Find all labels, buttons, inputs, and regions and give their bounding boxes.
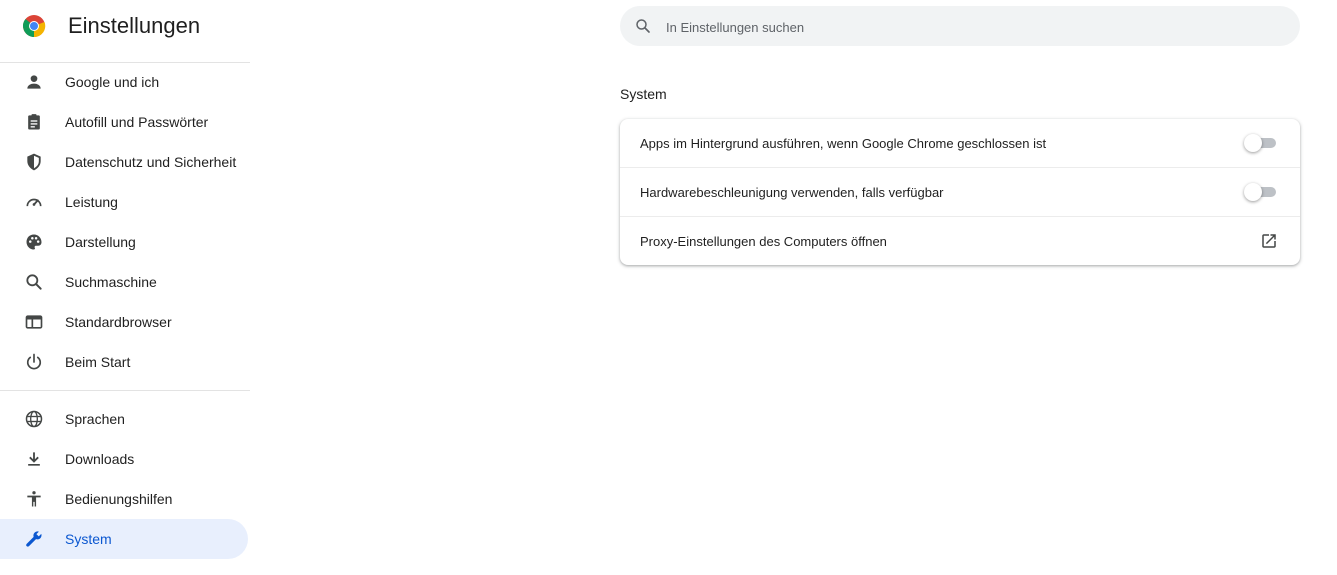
sidebar-item-datenschutz[interactable]: Datenschutz und Sicherheit	[0, 142, 248, 182]
sidebar-item-bedienungshilfen[interactable]: Bedienungshilfen	[0, 479, 248, 519]
power-icon	[26, 353, 42, 370]
system-settings-card: Apps im Hintergrund ausführen, wenn Goog…	[620, 119, 1300, 265]
clipboard-icon	[28, 114, 40, 130]
accessibility-icon	[27, 491, 41, 507]
setting-label: Proxy-Einstellungen des Computers öffnen	[640, 234, 887, 249]
sidebar-item-label: Google und ich	[65, 74, 160, 90]
background-apps-toggle[interactable]	[1244, 134, 1276, 152]
sidebar-item-downloads[interactable]: Downloads	[0, 439, 248, 479]
sidebar-item-label: Datenschutz und Sicherheit	[65, 154, 237, 170]
sidebar-item-standardbrowser[interactable]: Standardbrowser	[0, 302, 248, 342]
external-link-icon[interactable]	[1260, 232, 1278, 250]
sidebar-item-suchmaschine[interactable]: Suchmaschine	[0, 262, 248, 302]
shield-icon	[27, 153, 41, 171]
sidebar-item-label: Darstellung	[65, 234, 136, 250]
sidebar-item-label: System	[65, 531, 112, 547]
sidebar-item-darstellung[interactable]: Darstellung	[0, 222, 248, 262]
globe-icon	[25, 410, 43, 428]
app-header: Einstellungen	[0, 0, 250, 56]
search-icon	[26, 274, 42, 290]
setting-row-proxy[interactable]: Proxy-Einstellungen des Computers öffnen	[620, 217, 1300, 265]
hardware-acceleration-toggle[interactable]	[1244, 183, 1276, 201]
browser-window-icon	[25, 315, 43, 329]
setting-row-hardware-acceleration: Hardwarebeschleunigung verwenden, falls …	[620, 168, 1300, 217]
setting-row-background-apps: Apps im Hintergrund ausführen, wenn Goog…	[620, 119, 1300, 168]
toggle-knob	[1244, 183, 1262, 201]
toggle-knob	[1244, 134, 1262, 152]
page-title: Einstellungen	[68, 13, 201, 38]
sidebar-item-google-und-ich[interactable]: Google und ich	[0, 62, 248, 102]
sidebar-item-autofill[interactable]: Autofill und Passwörter	[0, 102, 248, 142]
wrench-icon	[26, 531, 42, 547]
search-icon	[636, 19, 650, 33]
sidebar-item-label: Bedienungshilfen	[65, 491, 173, 507]
download-icon	[28, 452, 40, 466]
person-icon	[27, 75, 41, 89]
palette-icon	[26, 234, 42, 250]
sidebar-item-system[interactable]: System	[0, 519, 248, 559]
setting-label: Apps im Hintergrund ausführen, wenn Goog…	[640, 136, 1047, 151]
search-input[interactable]	[664, 6, 1288, 48]
sidebar-divider	[0, 390, 250, 391]
sidebar-item-beim-start[interactable]: Beim Start	[0, 342, 248, 382]
sidebar-item-sprachen[interactable]: Sprachen	[0, 399, 248, 439]
setting-label: Hardwarebeschleunigung verwenden, falls …	[640, 185, 944, 200]
sidebar-item-label: Sprachen	[65, 411, 125, 427]
sidebar-item-label: Beim Start	[65, 354, 131, 370]
sidebar-item-label: Standardbrowser	[65, 314, 172, 330]
sidebar-item-label: Autofill und Passwörter	[65, 114, 209, 130]
settings-search[interactable]	[620, 6, 1300, 48]
section-title: System	[620, 86, 667, 102]
sidebar-item-label: Leistung	[65, 194, 118, 210]
sidebar-nav: Google und ich Autofill und Passwörter D…	[0, 62, 250, 559]
speedometer-icon	[26, 198, 42, 207]
chrome-logo-icon	[23, 15, 46, 38]
sidebar-item-label: Suchmaschine	[65, 274, 157, 290]
sidebar-item-label: Downloads	[65, 451, 135, 467]
sidebar-item-leistung[interactable]: Leistung	[0, 182, 248, 222]
